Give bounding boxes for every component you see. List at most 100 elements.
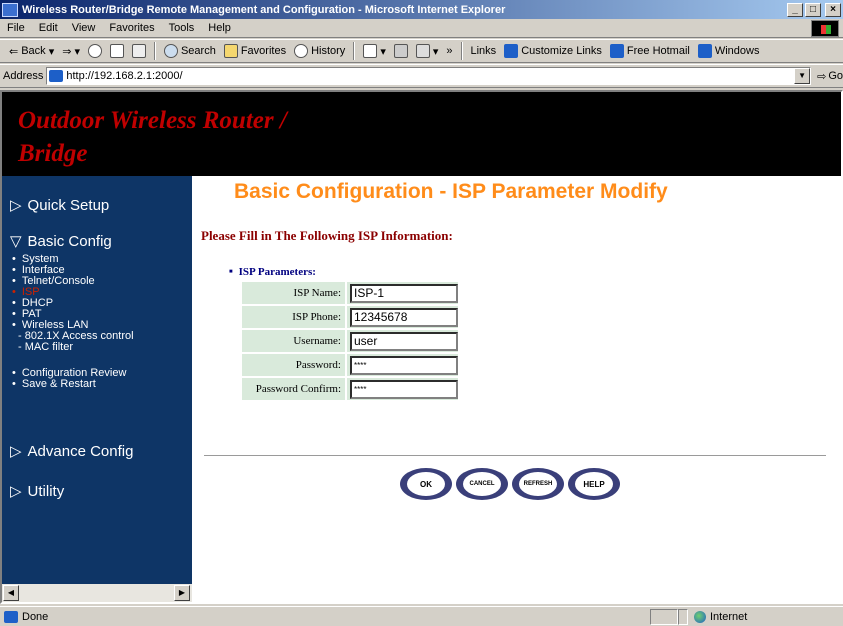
status-text: Done bbox=[22, 610, 49, 623]
menu-tools[interactable]: Tools bbox=[162, 22, 202, 34]
search-label: Search bbox=[180, 45, 216, 57]
nav-item-mac-filter[interactable]: - MAC filter bbox=[18, 342, 73, 353]
username-cell bbox=[347, 330, 458, 352]
go-button[interactable]: ⇨ Go bbox=[817, 70, 843, 83]
scroll-left-arrow-icon[interactable]: ◀ bbox=[3, 585, 19, 601]
isp-name-cell bbox=[347, 282, 458, 304]
ok-button-label: OK bbox=[407, 472, 445, 496]
isp-phone-label: ISP Phone: bbox=[242, 306, 345, 328]
menu-view[interactable]: View bbox=[65, 22, 103, 34]
address-input[interactable]: http://192.168.2.1:2000/ ▼ bbox=[46, 67, 812, 85]
nav-item-save-restart[interactable]: Save & Restart bbox=[12, 379, 96, 390]
maximize-button[interactable]: □ bbox=[805, 2, 821, 17]
table-row: Username: bbox=[242, 330, 458, 352]
windows-logo-icon bbox=[811, 20, 839, 37]
password-confirm-input[interactable] bbox=[350, 379, 458, 399]
page-content: Outdoor Wireless Router / Bridge ▷ Quick… bbox=[0, 90, 843, 604]
form-prompt: Please Fill in The Following ISP Informa… bbox=[201, 228, 453, 243]
action-buttons: OK CANCEL REFRESH HELP bbox=[400, 468, 620, 500]
password-confirm-cell bbox=[347, 378, 458, 400]
isp-phone-cell bbox=[347, 306, 458, 328]
sidebar-nav: ▷ Quick Setup ▽ Basic Config System Inte… bbox=[2, 176, 192, 584]
cancel-button-label: CANCEL bbox=[463, 472, 501, 496]
nav-basic-config[interactable]: ▽ Basic Config bbox=[10, 232, 112, 251]
back-label: Back bbox=[21, 45, 46, 57]
isp-name-label: ISP Name: bbox=[242, 282, 345, 304]
table-row: ISP Phone: bbox=[242, 306, 458, 328]
menu-file[interactable]: File bbox=[0, 22, 32, 34]
stop-button[interactable] bbox=[85, 44, 105, 58]
scroll-right-arrow-icon[interactable]: ▶ bbox=[174, 585, 190, 601]
close-button[interactable]: × bbox=[825, 2, 841, 17]
windows-label: Windows bbox=[714, 45, 760, 57]
menu-favorites[interactable]: Favorites bbox=[102, 22, 161, 34]
ie-page-icon bbox=[504, 44, 519, 58]
status-progress-cell bbox=[650, 608, 678, 625]
sidebar-horizontal-scrollbar[interactable]: ◀ ▶ bbox=[2, 584, 192, 602]
go-arrow-icon: ⇨ bbox=[817, 70, 827, 83]
back-button[interactable]: ⇐ Back ▾ bbox=[6, 45, 57, 58]
stop-icon bbox=[87, 44, 102, 58]
password-input[interactable] bbox=[350, 355, 458, 375]
customize-links-label: Customize Links bbox=[521, 45, 602, 57]
username-label: Username: bbox=[242, 330, 345, 352]
favorites-button[interactable]: Favorites bbox=[221, 44, 289, 58]
table-row: Password: bbox=[242, 354, 458, 376]
isp-phone-input[interactable] bbox=[350, 307, 458, 327]
isp-parameters-heading: ISP Parameters: bbox=[229, 266, 316, 278]
dropdown-icon: ▾ bbox=[48, 45, 55, 58]
refresh-form-button[interactable]: REFRESH bbox=[512, 468, 564, 500]
nav-advance-config[interactable]: ▷ Advance Config bbox=[10, 442, 134, 461]
status-bar: Done Internet bbox=[0, 606, 843, 626]
help-button[interactable]: HELP bbox=[568, 468, 620, 500]
menu-bar: File Edit View Favorites Tools Help bbox=[0, 19, 843, 38]
ok-button[interactable]: OK bbox=[400, 468, 452, 500]
triangle-down-icon: ▽ bbox=[10, 233, 22, 250]
menu-help[interactable]: Help bbox=[201, 22, 238, 34]
toolbar-separator bbox=[153, 42, 156, 60]
page-title: Basic Configuration - ISP Parameter Modi… bbox=[234, 180, 668, 203]
triangle-right-icon: ▷ bbox=[10, 483, 22, 500]
window-titlebar: Wireless Router/Bridge Remote Management… bbox=[0, 0, 843, 19]
zone-label: Internet bbox=[710, 610, 748, 623]
forward-button[interactable]: ⇒ ▾ bbox=[59, 45, 83, 58]
triangle-right-icon: ▷ bbox=[10, 443, 22, 460]
ie-page-icon bbox=[4, 610, 18, 623]
security-zone: Internet bbox=[688, 610, 838, 623]
username-input[interactable] bbox=[350, 331, 458, 351]
refresh-icon bbox=[109, 44, 124, 58]
window-title: Wireless Router/Bridge Remote Management… bbox=[22, 3, 506, 16]
nav-advance-config-label: Advance Config bbox=[27, 442, 134, 460]
address-bar: Address http://192.168.2.1:2000/ ▼ ⇨ Go bbox=[0, 64, 843, 88]
refresh-button[interactable] bbox=[107, 44, 127, 58]
refresh-button-label: REFRESH bbox=[519, 472, 557, 496]
customize-links-link[interactable]: Customize Links bbox=[501, 44, 605, 58]
edit-button[interactable]: ▾ bbox=[413, 44, 442, 58]
nav-utility[interactable]: ▷ Utility bbox=[10, 482, 65, 501]
nav-quick-setup[interactable]: ▷ Quick Setup bbox=[10, 196, 109, 215]
mail-button[interactable]: ▾ bbox=[360, 44, 389, 58]
free-hotmail-link[interactable]: Free Hotmail bbox=[607, 44, 693, 58]
menu-edit[interactable]: Edit bbox=[32, 22, 65, 34]
toolbar-chevron[interactable]: » bbox=[443, 45, 455, 57]
nav-basic-config-label: Basic Config bbox=[27, 232, 112, 250]
edit-page-icon bbox=[415, 44, 430, 58]
nav-utility-label: Utility bbox=[27, 482, 65, 500]
favorites-label: Favorites bbox=[240, 45, 287, 57]
search-button[interactable]: Search bbox=[161, 44, 219, 58]
isp-name-input[interactable] bbox=[350, 283, 458, 303]
header-banner: Outdoor Wireless Router / Bridge bbox=[2, 92, 841, 176]
windows-link[interactable]: Windows bbox=[695, 44, 763, 58]
ie-page-icon bbox=[609, 44, 624, 58]
home-button[interactable] bbox=[129, 44, 149, 58]
dropdown-icon: ▾ bbox=[74, 45, 80, 58]
minimize-button[interactable]: _ bbox=[787, 2, 803, 17]
home-icon bbox=[131, 44, 146, 58]
address-dropdown-button[interactable]: ▼ bbox=[794, 68, 811, 84]
print-button[interactable] bbox=[391, 44, 411, 58]
back-arrow-icon: ⇐ bbox=[9, 45, 19, 58]
standard-toolbar: ⇐ Back ▾ ⇒ ▾ Search Favorites History ▾ … bbox=[0, 39, 843, 63]
history-button[interactable]: History bbox=[291, 44, 348, 58]
cancel-button[interactable]: CANCEL bbox=[456, 468, 508, 500]
table-row: Password Confirm: bbox=[242, 378, 458, 400]
